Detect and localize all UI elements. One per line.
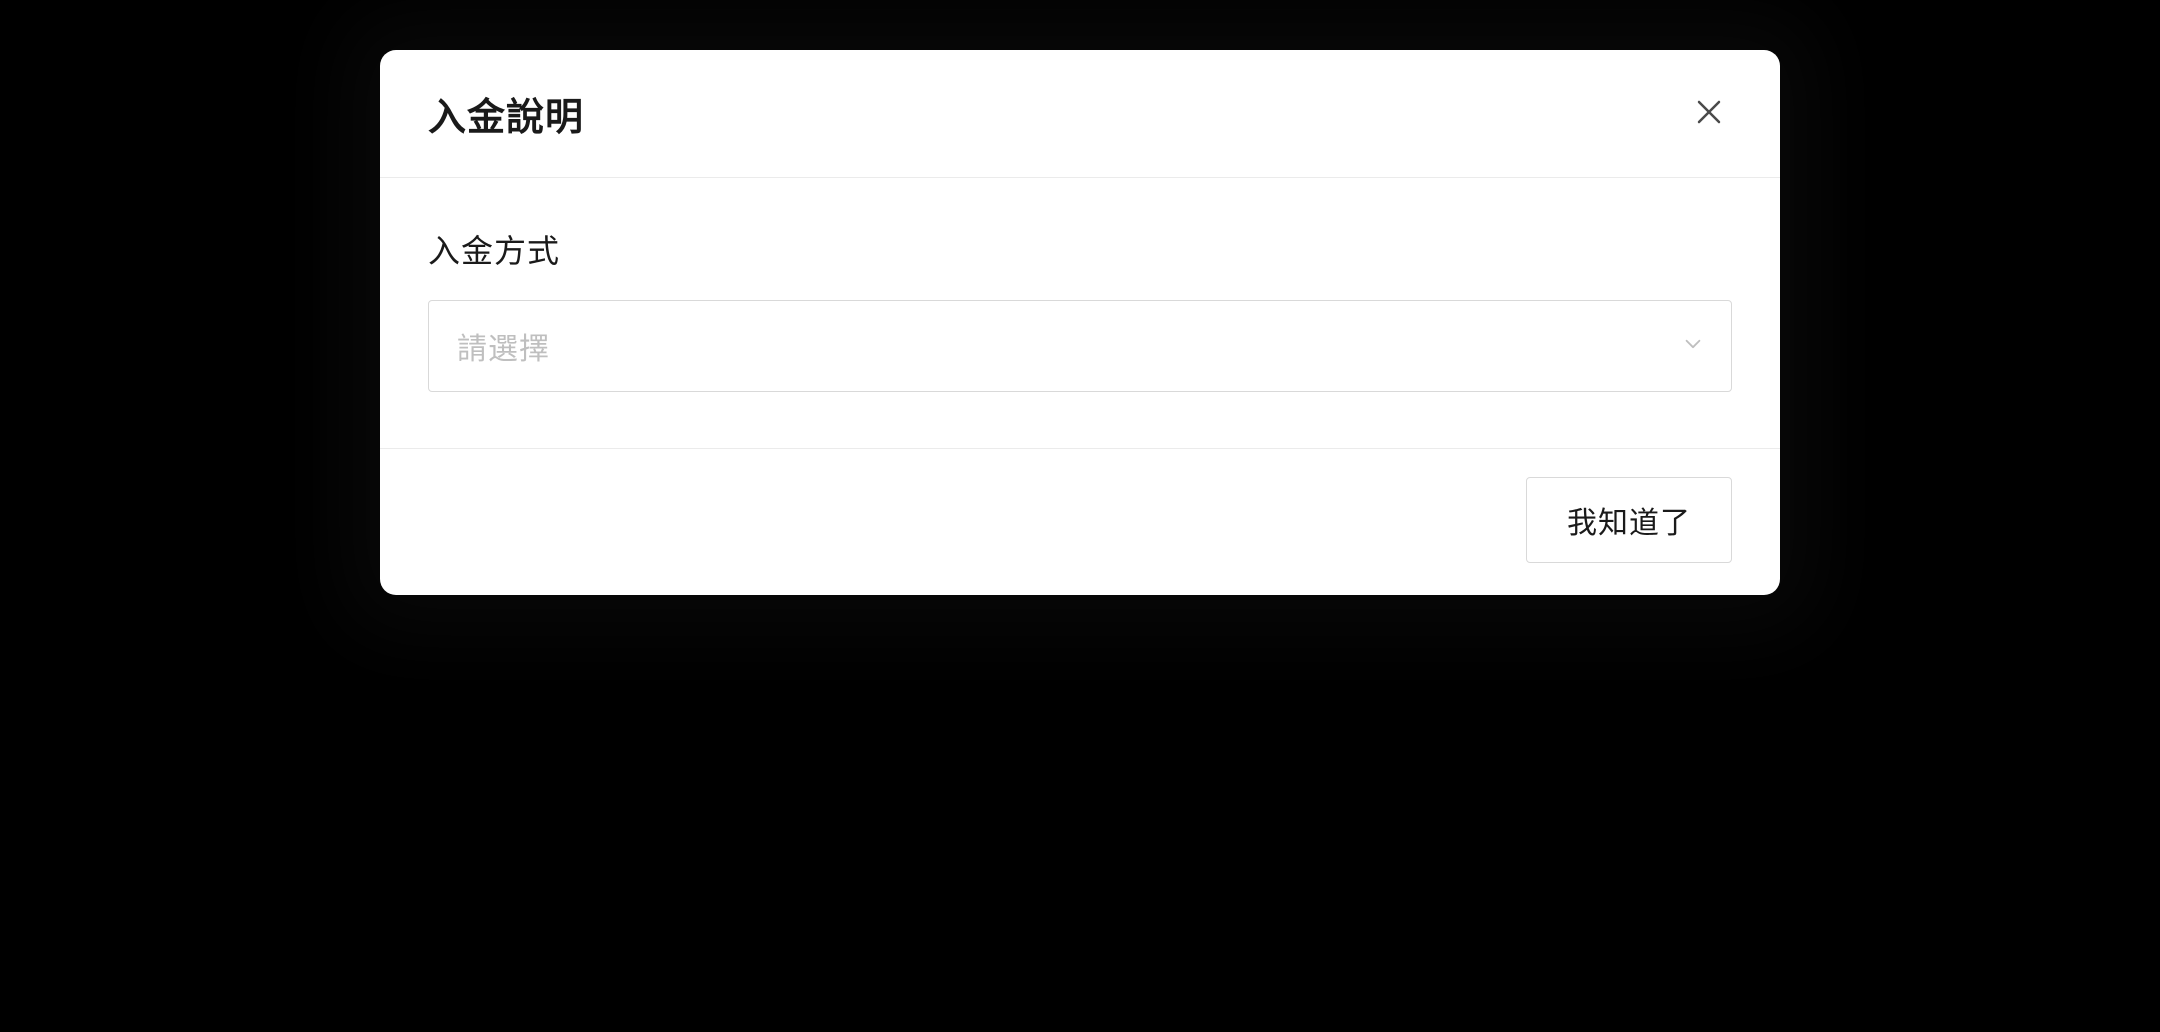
select-placeholder: 請選擇 (457, 324, 550, 368)
modal-header: 入金說明 (380, 50, 1780, 178)
confirm-button-label: 我知道了 (1567, 507, 1691, 540)
deposit-method-select-wrapper: 請選擇 (428, 300, 1732, 392)
deposit-method-select[interactable]: 請選擇 (428, 300, 1732, 392)
close-button[interactable] (1686, 89, 1732, 138)
deposit-instructions-modal: 入金說明 入金方式 請選擇 我知道了 (380, 50, 1780, 595)
close-icon (1694, 97, 1724, 130)
modal-footer: 我知道了 (380, 449, 1780, 595)
modal-body: 入金方式 請選擇 (380, 178, 1780, 449)
confirm-button[interactable]: 我知道了 (1526, 477, 1732, 563)
deposit-method-label: 入金方式 (428, 226, 1732, 272)
modal-title: 入金說明 (428, 86, 584, 141)
